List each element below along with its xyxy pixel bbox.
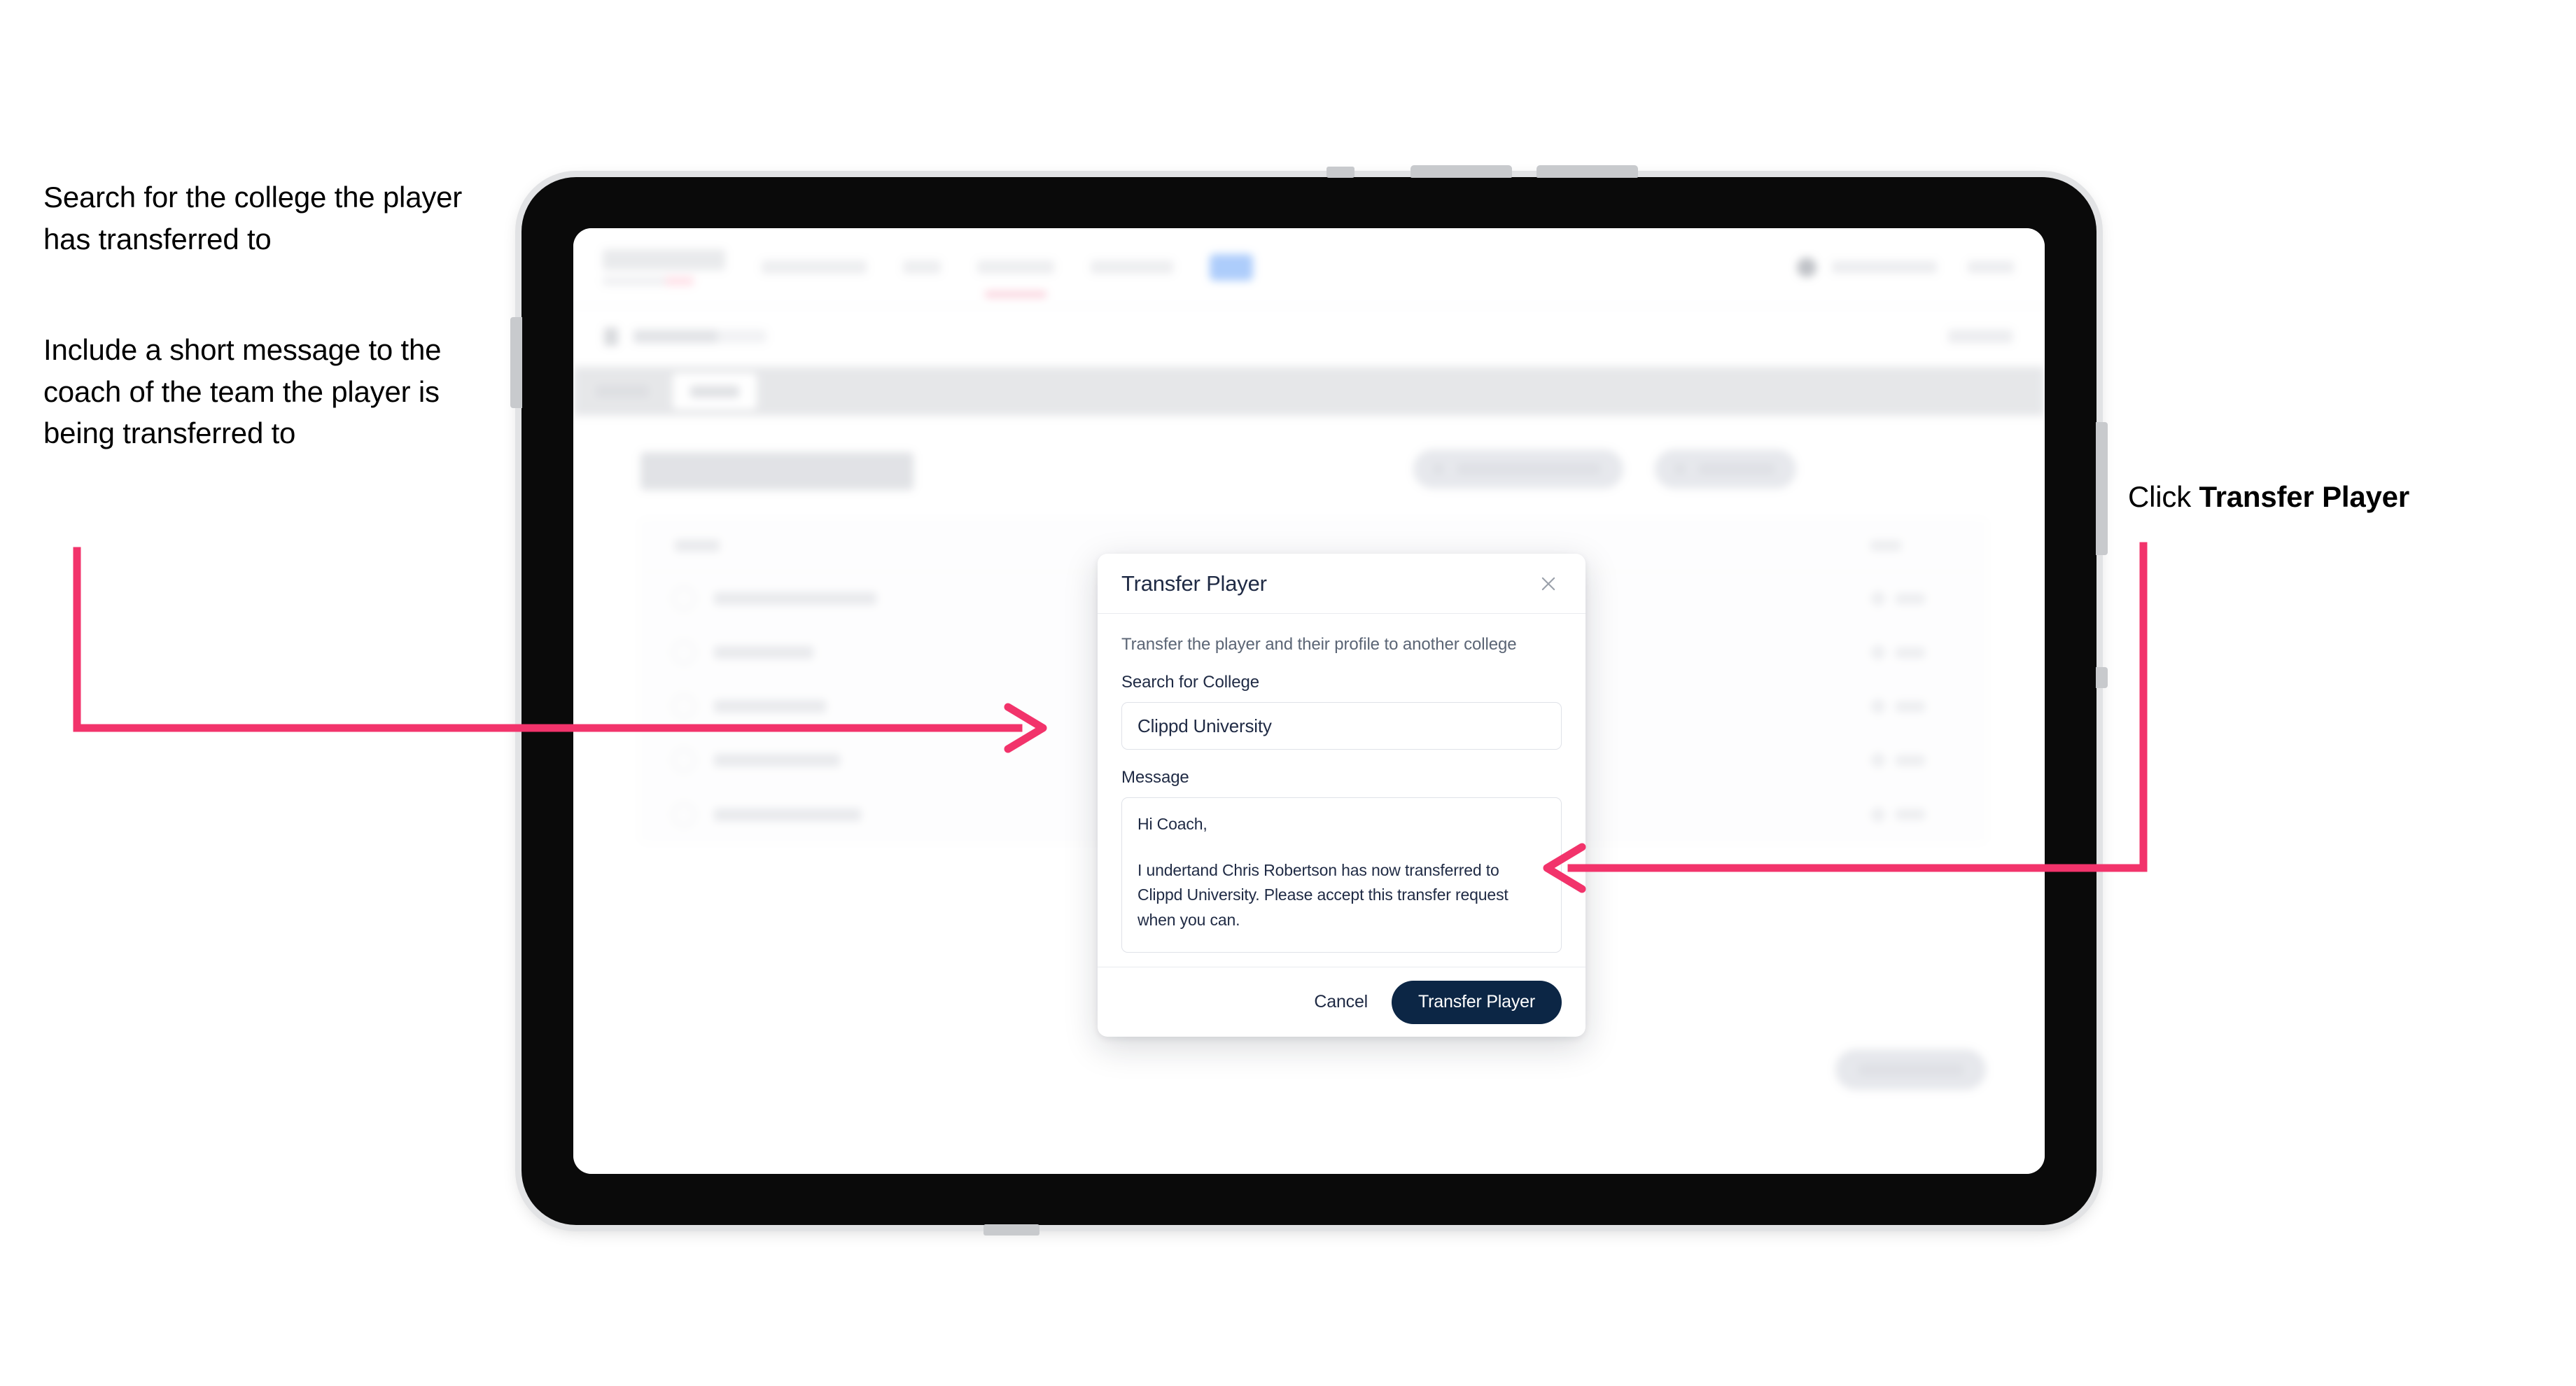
device-screen: Transfer Player Transfer the player and …	[573, 228, 2045, 1174]
annotation-emphasis: Transfer Player	[2199, 480, 2409, 513]
message-line-2: I undertand Chris Robertson has now tran…	[1138, 860, 1508, 929]
device-button-volume	[2096, 422, 2108, 555]
device-button-top-right	[1536, 165, 1638, 178]
annotation-click-transfer-player: Click Transfer Player	[2128, 476, 2520, 518]
message-textarea[interactable]: Hi Coach, I undertand Chris Robertson ha…	[1121, 797, 1562, 953]
device-button-top-left	[1410, 165, 1512, 178]
device-button-bottom	[983, 1224, 1040, 1236]
dialog-footer: Cancel Transfer Player	[1098, 967, 1586, 1037]
dialog-description: Transfer the player and their profile to…	[1121, 635, 1517, 654]
close-icon[interactable]	[1536, 572, 1560, 596]
device-button-power	[2096, 667, 2108, 688]
transfer-player-dialog: Transfer Player Transfer the player and …	[1098, 554, 1586, 1037]
dialog-header: Transfer Player	[1098, 554, 1586, 614]
message-line-1: Hi Coach,	[1138, 815, 1208, 833]
message-field-label: Message	[1121, 768, 1189, 787]
message-field-group: Message Hi Coach, I undertand Chris Robe…	[1121, 768, 1562, 953]
tablet-device-frame: Transfer Player Transfer the player and …	[510, 165, 2108, 1236]
college-field-group: Search for College Clippd University	[1121, 673, 1562, 750]
device-button-left	[510, 317, 522, 408]
annotation-prefix: Click	[2128, 480, 2199, 513]
search-college-input[interactable]: Clippd University	[1121, 702, 1562, 750]
annotation-include-message: Include a short message to the coach of …	[43, 333, 442, 450]
college-field-label: Search for College	[1121, 673, 1259, 692]
cancel-button[interactable]: Cancel	[1303, 985, 1379, 1019]
transfer-player-button[interactable]: Transfer Player	[1392, 980, 1562, 1024]
dialog-title: Transfer Player	[1121, 570, 1267, 596]
screenshot-canvas: Search for the college the player has tr…	[0, 0, 2576, 1386]
annotation-search-college: Search for the college the player has tr…	[43, 181, 463, 255]
dialog-body: Transfer the player and their profile to…	[1098, 614, 1586, 967]
device-button-top-camera	[1326, 167, 1354, 178]
